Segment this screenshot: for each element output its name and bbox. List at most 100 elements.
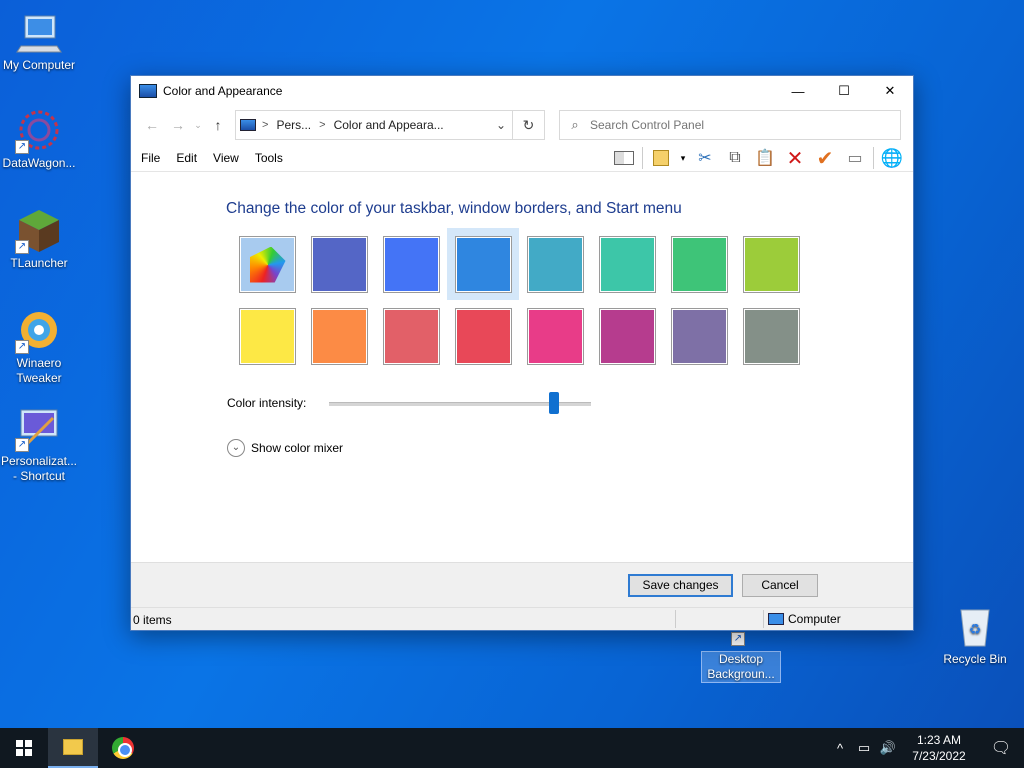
cancel-button[interactable]: Cancel xyxy=(742,574,818,597)
search-icon: ⌕ xyxy=(571,117,579,132)
status-location: Computer xyxy=(768,612,841,626)
color-swatch-5[interactable] xyxy=(519,228,591,300)
breadcrumb-personalization[interactable]: Pers... xyxy=(276,118,311,132)
recycle-bin-icon: ♻ xyxy=(951,602,999,650)
color-swatch-8[interactable] xyxy=(735,228,807,300)
title-bar[interactable]: Color and Appearance — ☐ ✕ xyxy=(131,76,913,106)
desktop-icon-personalization-shortcut[interactable]: ↗ Personalizat... - Shortcut xyxy=(0,404,78,484)
item-count: 0 items xyxy=(133,613,172,627)
forward-arrow-icon[interactable]: → xyxy=(165,117,191,133)
swatch-color xyxy=(742,307,800,365)
desktop-icon-datawagon[interactable]: ↗ DataWagon... xyxy=(0,106,78,171)
computer-icon xyxy=(15,8,63,56)
swatch-color xyxy=(526,307,584,365)
cut-icon[interactable]: ✂ xyxy=(690,146,720,170)
winaero-icon: ↗ xyxy=(15,306,63,354)
volume-icon[interactable]: 🔊 xyxy=(876,740,900,756)
color-intensity-slider[interactable] xyxy=(329,392,591,414)
taskbar-chrome[interactable] xyxy=(98,728,148,768)
swatch-color xyxy=(454,307,512,365)
clock-time: 1:23 AM xyxy=(916,733,962,747)
color-swatch-3[interactable] xyxy=(375,228,447,300)
dialog-footer: Save changes Cancel xyxy=(131,562,913,607)
up-arrow-icon[interactable]: ↑ xyxy=(205,117,231,133)
desktop-icon-winaero-tweaker[interactable]: ↗ Winaero Tweaker xyxy=(0,306,78,386)
menu-tools[interactable]: Tools xyxy=(255,151,283,165)
refresh-icon[interactable]: ↻ xyxy=(512,111,544,139)
breadcrumb-separator: > xyxy=(319,119,326,131)
color-swatch-15[interactable] xyxy=(663,300,735,372)
color-swatch-16[interactable] xyxy=(735,300,807,372)
apply-icon[interactable]: ✔ xyxy=(810,146,840,170)
show-color-mixer-toggle[interactable]: ⌄ Show color mixer xyxy=(227,439,343,457)
grass-block-icon: ↗ xyxy=(15,206,63,254)
menu-file[interactable]: File xyxy=(141,151,160,165)
swatch-color xyxy=(526,235,584,293)
shortcut-arrow-icon: ↗ xyxy=(731,632,745,646)
close-button[interactable]: ✕ xyxy=(867,76,913,106)
network-icon[interactable]: ▭ xyxy=(852,740,876,756)
recent-locations-chevron-icon[interactable]: ⌄ xyxy=(191,120,205,131)
copy-icon[interactable]: ⧉ xyxy=(720,146,750,170)
color-swatch-10[interactable] xyxy=(303,300,375,372)
maximize-button[interactable]: ☐ xyxy=(821,76,867,106)
shortcut-arrow-icon: ↗ xyxy=(15,140,29,154)
back-arrow-icon[interactable]: ← xyxy=(139,117,165,133)
system-tray: ^ ▭ 🔊 1:23 AM 7/23/2022 🗨 xyxy=(828,728,1024,768)
color-swatch-6[interactable] xyxy=(591,228,663,300)
paste-icon[interactable]: 📋 xyxy=(750,146,780,170)
color-swatch-11[interactable] xyxy=(375,300,447,372)
folder-icon xyxy=(63,739,83,755)
preview-pane-icon[interactable] xyxy=(609,146,639,170)
color-swatch-13[interactable] xyxy=(519,300,591,372)
globe-icon[interactable]: 🌐 xyxy=(877,146,907,170)
swatch-color xyxy=(598,235,656,293)
delete-icon[interactable]: ✕ xyxy=(780,146,810,170)
address-dropdown-icon[interactable]: ⌄ xyxy=(490,118,512,132)
page-heading: Change the color of your taskbar, window… xyxy=(226,200,682,217)
swatch-color xyxy=(670,307,728,365)
save-changes-button[interactable]: Save changes xyxy=(628,574,733,597)
status-bar: 0 items Computer xyxy=(131,607,913,630)
properties-icon[interactable]: ▭ xyxy=(840,146,870,170)
color-swatch-4[interactable] xyxy=(447,228,519,300)
color-swatch-7[interactable] xyxy=(663,228,735,300)
toolbar: ▾ ✂ ⧉ 📋 ✕ ✔ ▭ 🌐 xyxy=(609,144,907,172)
control-panel-icon xyxy=(139,84,157,98)
search-input[interactable] xyxy=(590,118,880,132)
desktop-icon-tlauncher[interactable]: ↗ TLauncher xyxy=(0,206,78,271)
desktop-icon-recycle-bin[interactable]: ♻ Recycle Bin xyxy=(936,602,1014,667)
show-color-mixer-label: Show color mixer xyxy=(251,441,344,455)
svg-text:♻: ♻ xyxy=(969,622,982,638)
color-palette-icon xyxy=(238,235,296,293)
address-bar[interactable]: > Pers... > Color and Appeara... ⌄ ↻ xyxy=(235,110,545,140)
swatch-color xyxy=(382,307,440,365)
minimize-button[interactable]: — xyxy=(775,76,821,106)
control-panel-address-icon xyxy=(240,119,256,131)
menu-view[interactable]: View xyxy=(213,151,239,165)
notifications-icon[interactable]: 🗨 xyxy=(978,738,1024,758)
clock[interactable]: 1:23 AM 7/23/2022 xyxy=(900,732,978,764)
shortcut-arrow-icon: ↗ xyxy=(15,240,29,254)
color-swatch-2[interactable] xyxy=(303,228,375,300)
swatch-color xyxy=(310,307,368,365)
color-swatch-12[interactable] xyxy=(447,300,519,372)
menu-bar: File Edit View Tools ▾ ✂ ⧉ 📋 ✕ ✔ ▭ 🌐 xyxy=(131,144,913,172)
taskbar-file-explorer[interactable] xyxy=(48,728,98,768)
color-swatch-14[interactable] xyxy=(591,300,663,372)
shortcut-arrow-icon: ↗ xyxy=(15,438,29,452)
menu-edit[interactable]: Edit xyxy=(176,151,197,165)
tray-chevron-icon[interactable]: ^ xyxy=(828,741,852,756)
swatch-color xyxy=(310,235,368,293)
breadcrumb-color-appearance[interactable]: Color and Appeara... xyxy=(334,118,444,132)
views-dropdown-icon[interactable]: ▾ xyxy=(676,146,690,170)
desktop-icon-my-computer[interactable]: My Computer xyxy=(0,8,78,73)
color-swatch-1[interactable] xyxy=(231,228,303,300)
slider-thumb[interactable] xyxy=(549,392,560,414)
color-swatch-9[interactable] xyxy=(231,300,303,372)
datawagon-icon: ↗ xyxy=(15,106,63,154)
search-box[interactable]: ⌕ xyxy=(559,110,901,140)
start-button[interactable] xyxy=(0,728,48,768)
views-icon[interactable] xyxy=(646,146,676,170)
swatch-color xyxy=(238,307,296,365)
